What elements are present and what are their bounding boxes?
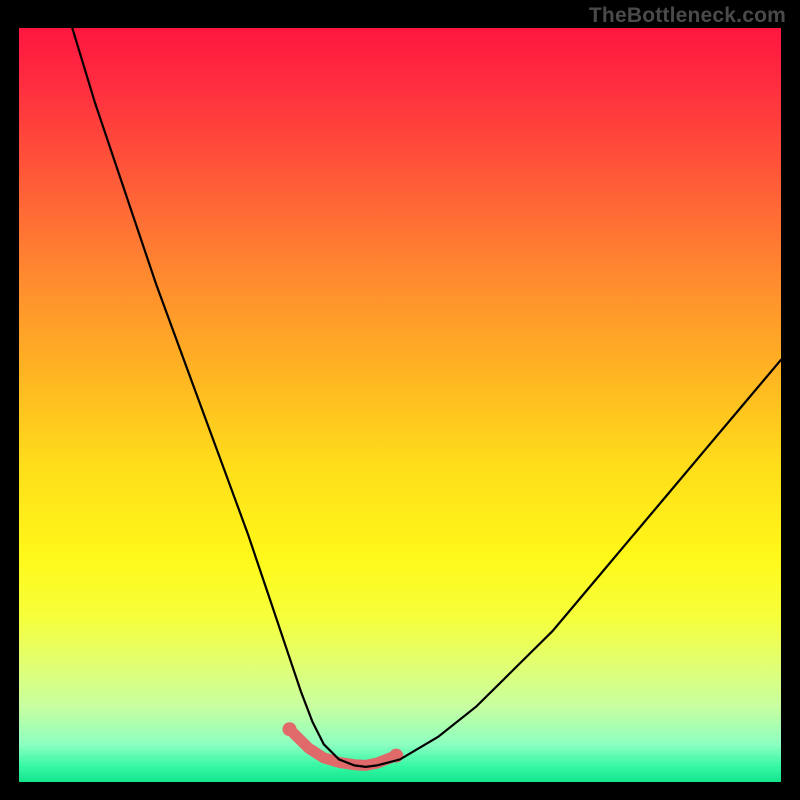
curve-main	[72, 28, 781, 767]
chart-frame: TheBottleneck.com	[0, 0, 800, 800]
plot-area	[19, 28, 781, 782]
watermark-text: TheBottleneck.com	[589, 4, 786, 28]
highlight-dot-start	[283, 722, 297, 736]
curve-svg	[19, 28, 781, 782]
